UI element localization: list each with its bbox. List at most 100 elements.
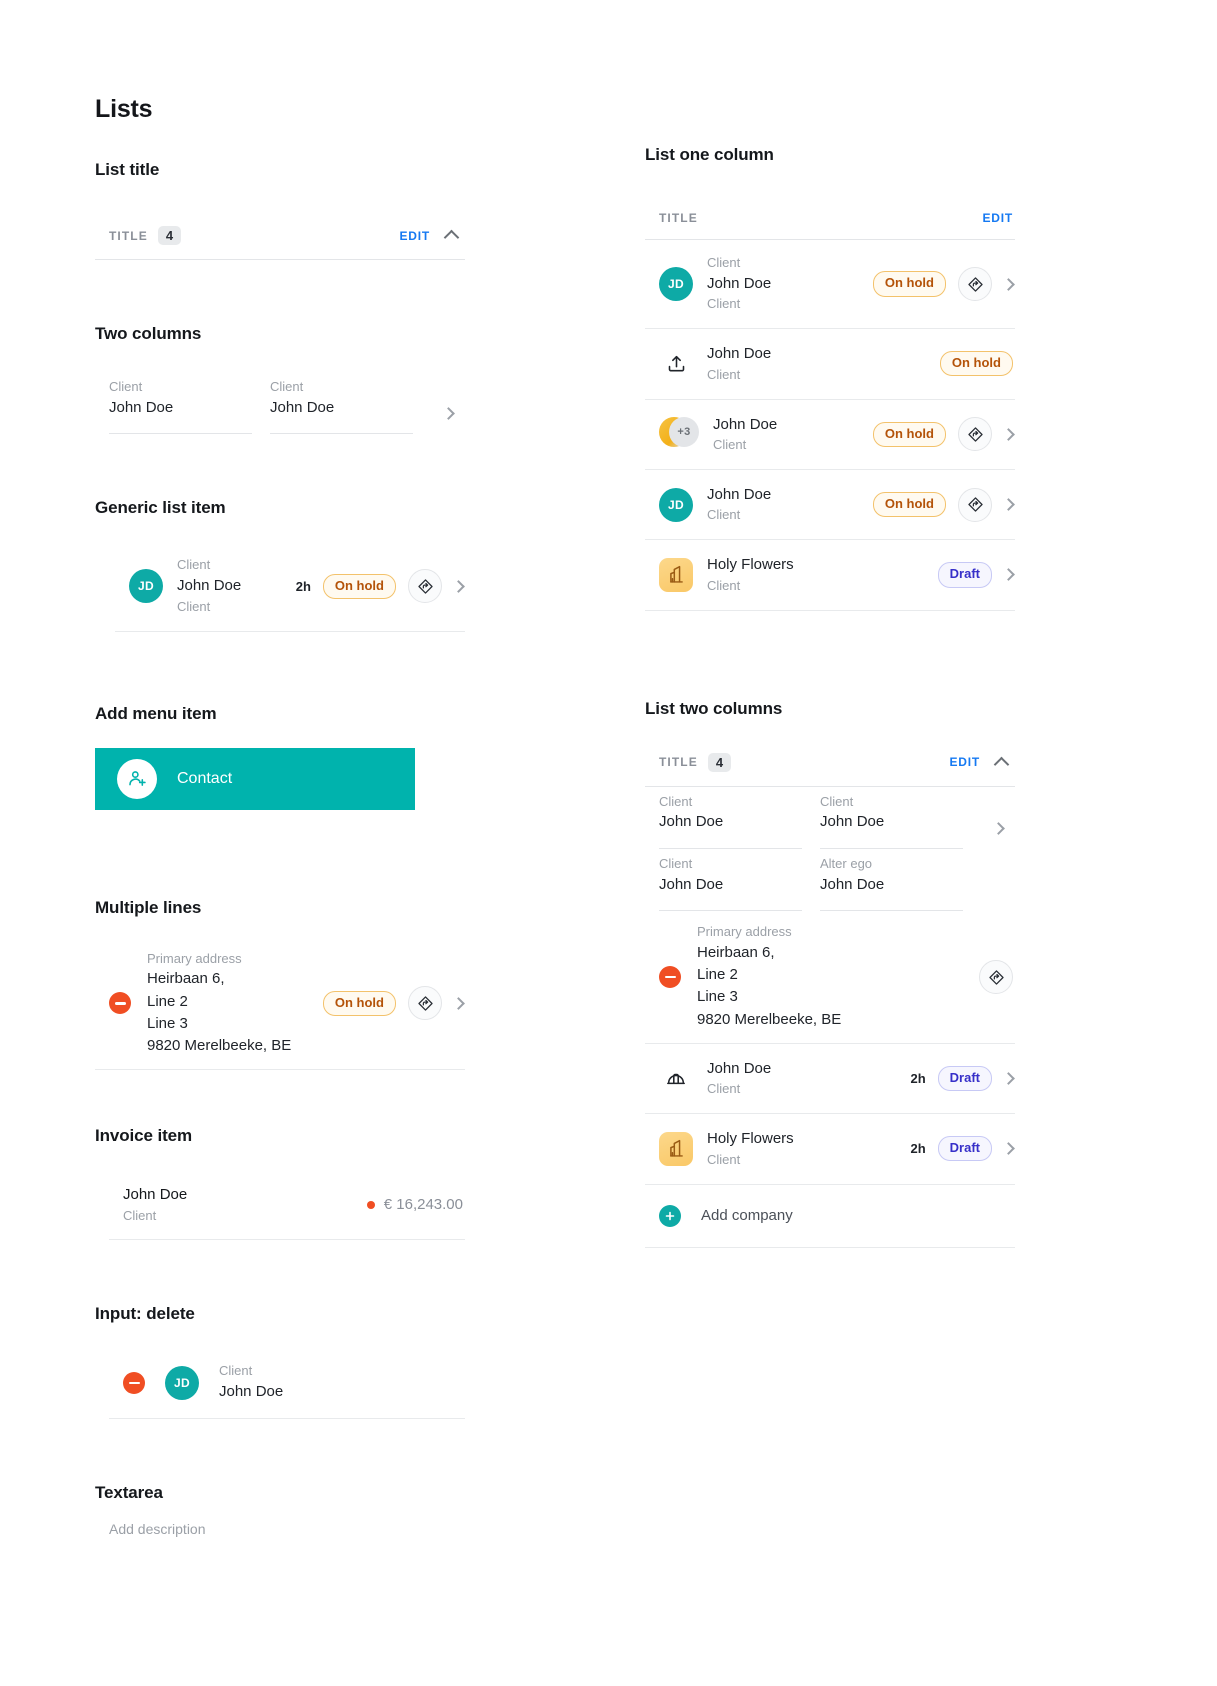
address-line: Line 2 [697,966,738,984]
list-item-right: Draft [937,562,1015,588]
field-left: Client John Doe [109,372,252,435]
section-generic-list-item: Generic list item JD Client John Doe Cli… [95,498,465,632]
chevron-right-icon[interactable] [1002,277,1015,291]
section-add-menu-item: Add menu item Contact [95,704,465,810]
list-item-body: Holy Flowers Client [707,1128,896,1169]
list-item-right: On hold [939,351,1013,377]
edit-button[interactable]: EDIT [982,211,1013,225]
chevron-right-icon[interactable] [441,407,455,421]
navigate-icon [988,969,1004,985]
invoice-body: John Doe Client [123,1184,367,1225]
address-right [979,960,1013,995]
time-label: 2h [910,1071,926,1087]
invoice-name: John Doe [123,1186,188,1204]
list-item[interactable]: JD John Doe Client On hold [645,470,1015,541]
multiline-row[interactable]: Primary address Heirbaan 6, Line 2 Line … [95,938,465,1071]
generic-item-body: Client John Doe Client [177,556,282,616]
field-right-value: John Doe [820,813,885,831]
list-item-right: 2h Draft [910,1136,1015,1162]
input-delete-value: John Doe [219,1383,284,1401]
field-left-label: Client [659,793,693,809]
chevron-right-icon[interactable] [1002,1072,1015,1085]
edit-button[interactable]: EDIT [399,229,430,243]
section-multiple-lines: Multiple lines Primary address Heirbaan … [95,898,465,1071]
address-row[interactable]: Primary address Heirbaan 6, Line 2 Line … [645,911,1015,1044]
navigate-icon [967,427,983,442]
chevron-right-icon[interactable] [452,996,465,1010]
navigate-button[interactable] [408,986,442,1021]
field-right-label: Client [270,379,304,394]
multiline-body: Primary address Heirbaan 6, Line 2 Line … [147,950,307,1058]
list-item[interactable]: JD Client John Doe Client On hold [645,240,1015,330]
chevron-up-icon[interactable] [993,756,1010,772]
chevron-right-icon[interactable] [1002,427,1015,441]
section-heading-list-title: List title [95,160,160,179]
multiline-right: On hold [322,986,465,1021]
generic-item-sub: Client [177,598,211,614]
input-delete-row[interactable]: JD Client John Doe [109,1348,465,1419]
section-heading-generic-list-item: Generic list item [95,498,226,518]
chevron-right-icon[interactable] [991,822,1005,835]
address-line: Heirbaan 6, [697,944,775,962]
list-item-sub: Client [707,296,741,312]
one-column-header-left: TITLE [659,211,698,225]
chevron-right-icon[interactable] [1002,568,1015,582]
list-item[interactable]: Holy Flowers Client Draft [645,540,1015,611]
list-item[interactable]: +3 John Doe Client On hold [645,400,1015,470]
two-column-row[interactable]: Client John Doe Alter ego John Doe [645,849,1015,912]
two-column-row[interactable]: Client John Doe Client John Doe [95,372,465,435]
add-company-row[interactable]: Add company [645,1185,1015,1249]
chevron-right-icon[interactable] [1002,1142,1015,1156]
input-delete-body: Client John Doe [219,1362,463,1403]
field-right-label: Alter ego [820,855,873,871]
navigate-button[interactable] [958,267,992,302]
invoice-sub: Client [123,1207,157,1223]
delete-icon[interactable] [123,1372,145,1395]
one-column-header-right: EDIT [982,211,1013,225]
section-input-delete: Input: delete JD Client John Doe [95,1304,465,1419]
list-item[interactable]: John Doe Client 2h Draft [645,1044,1015,1115]
status-badge: On hold [322,990,396,1016]
list-item[interactable]: John Doe Client On hold [645,329,1015,400]
avatar-overflow-count: +3 [669,417,699,448]
field-left-label: Client [109,379,143,394]
generic-item-right: 2h On hold [295,569,465,604]
row-chevron-wrap[interactable] [431,407,465,434]
two-column-header-left: TITLE 4 [659,752,732,772]
chevron-up-icon[interactable] [443,229,460,246]
navigate-icon [967,497,983,512]
navigate-button[interactable] [958,487,992,522]
two-column-row[interactable]: Client John Doe Client John Doe [645,787,1015,849]
delete-icon[interactable] [659,966,681,989]
address-line: Line 3 [147,1014,188,1032]
invoice-row[interactable]: John Doe Client € 16,243.00 [109,1174,465,1241]
invoice-amount-wrap: € 16,243.00 [366,1196,463,1213]
plus-icon[interactable] [659,1204,681,1227]
description-textarea[interactable]: Add description [95,1503,465,1537]
delete-icon[interactable] [109,992,131,1015]
avatar: JD [659,267,693,302]
list-header-left: TITLE 4 [109,226,182,245]
list-item-sub: Client [707,1081,741,1097]
navigate-icon [417,579,433,594]
right-column: List one column TITLE EDIT JD Client Joh… [645,145,1015,1249]
section-heading-input-delete: Input: delete [95,1304,195,1324]
list-item-sub: Client [707,507,741,523]
edit-button[interactable]: EDIT [949,755,980,769]
status-badge: On hold [872,421,946,447]
generic-item-label: Client [177,557,211,573]
generic-list-item-row[interactable]: JD Client John Doe Client 2h On hold [115,542,465,632]
navigate-button[interactable] [979,960,1013,995]
time-label: 2h [295,578,311,594]
add-contact-label: Contact [177,769,233,787]
chevron-right-icon[interactable] [1002,498,1015,511]
list-item-body: John Doe Client [707,343,926,384]
list-item-title: John Doe [707,1059,772,1077]
navigate-button[interactable] [408,569,442,604]
navigate-button[interactable] [958,417,992,452]
list-item[interactable]: Holy Flowers Client 2h Draft [645,1114,1015,1185]
address-line: Heirbaan 6, [147,970,225,988]
chevron-right-icon[interactable] [452,580,465,593]
add-contact-button[interactable]: Contact [95,747,415,810]
row-chevron-wrap[interactable] [981,822,1015,849]
